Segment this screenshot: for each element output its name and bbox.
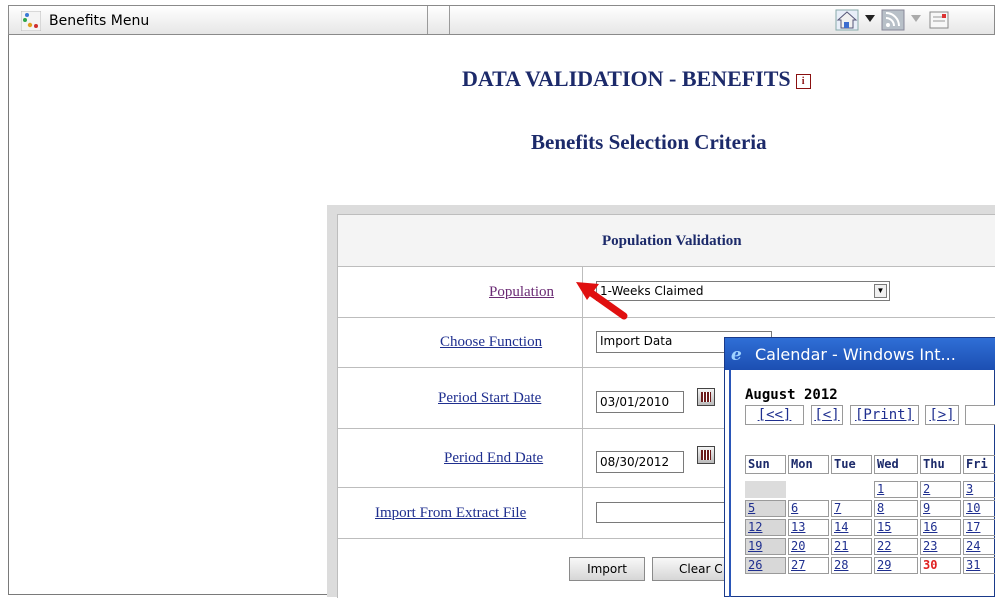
calendar-next-month-link[interactable]: [>] [925,405,959,425]
calendar-day-header: Wed [874,455,918,474]
calendar-day[interactable]: 9 [920,500,961,517]
browser-tab-bar: Benefits Menu [8,5,995,35]
info-icon[interactable]: i [795,74,811,89]
calendar-picker-icon[interactable] [697,446,715,464]
calendar-day[interactable]: 1 [874,481,918,498]
calendar-day-header: Sun [745,455,786,474]
calendar-day[interactable]: 21 [831,538,872,555]
period-start-date-value: 03/01/2010 [600,395,670,409]
period-start-date-input[interactable]: 03/01/2010 [596,391,684,413]
calendar-empty-cell [745,481,786,498]
function-select-value: Import Data [600,334,673,348]
calendar-day[interactable]: 14 [831,519,872,536]
calendar-day[interactable]: 10 [963,500,995,517]
feeds-icon[interactable] [881,9,905,31]
calendar-today[interactable]: 30 [920,557,961,574]
page-title-text: DATA VALIDATION - BENEFITS [462,66,791,91]
calendar-day[interactable]: 5 [745,500,786,517]
tab-separator [427,6,428,34]
choose-function-link[interactable]: Choose Function [440,334,542,351]
calendar-next-year-link[interactable] [965,405,995,425]
home-icon[interactable] [835,9,859,31]
calendar-day[interactable]: 12 [745,519,786,536]
calendar-day[interactable]: 3 [963,481,995,498]
chevron-down-icon[interactable]: ▼ [874,284,887,298]
calendar-day[interactable]: 19 [745,538,786,555]
calendar-day[interactable]: 26 [745,557,786,574]
calendar-window-title: Calendar - Windows Int... [755,345,956,364]
benefits-app-icon [21,11,41,31]
ie-icon: e [731,345,742,365]
period-end-date-link[interactable]: Period End Date [444,450,543,467]
calendar-print-link[interactable]: [Print] [850,405,919,425]
red-arrow-icon [576,282,628,320]
period-end-date-input[interactable]: 08/30/2012 [596,451,684,473]
calendar-day[interactable]: 24 [963,538,995,555]
calendar-day-header: Tue [831,455,872,474]
calendar-picker-icon[interactable] [697,388,715,406]
calendar-day[interactable]: 29 [874,557,918,574]
calendar-day[interactable]: 20 [788,538,829,555]
row-divider [338,317,995,318]
calendar-day[interactable]: 31 [963,557,995,574]
calendar-day[interactable]: 7 [831,500,872,517]
population-select[interactable]: 1-Weeks Claimed ▼ [596,281,890,301]
period-start-date-link[interactable]: Period Start Date [438,390,541,407]
page-title: DATA VALIDATION - BENEFITS i [462,66,811,92]
calendar-title-bar[interactable]: e Calendar - Windows Int... [725,338,995,370]
clear-button[interactable]: Clear C [652,557,726,581]
calendar-day[interactable]: 2 [920,481,961,498]
import-button[interactable]: Import [569,557,645,581]
feeds-dropdown-icon[interactable] [911,15,921,23]
calendar-day[interactable]: 15 [874,519,918,536]
import-extract-file-link[interactable]: Import From Extract File [375,505,526,522]
extract-file-input[interactable] [596,502,736,523]
calendar-day[interactable]: 6 [788,500,829,517]
mail-icon[interactable] [927,9,951,31]
calendar-day-header: Fri [963,455,995,474]
calendar-day[interactable]: 17 [963,519,995,536]
tab-title[interactable]: Benefits Menu [49,13,149,29]
population-link[interactable]: Population [489,284,554,301]
calendar-month: August 2012 [745,387,838,403]
calendar-day-header: Mon [788,455,829,474]
calendar-day[interactable]: 27 [788,557,829,574]
calendar-prev-year-link[interactable]: [<<] [745,405,804,425]
calendar-day-header: Thu [920,455,961,474]
calendar-day[interactable]: 23 [920,538,961,555]
tab-separator [449,6,450,34]
page-subtitle: Benefits Selection Criteria [531,130,767,154]
calendar-day[interactable]: 8 [874,500,918,517]
calendar-day[interactable]: 28 [831,557,872,574]
calendar-day[interactable]: 16 [920,519,961,536]
calendar-day[interactable]: 13 [788,519,829,536]
home-dropdown-icon[interactable] [865,15,875,23]
form-header: Population Validation [602,233,742,249]
period-end-date-value: 08/30/2012 [600,455,670,469]
calendar-day[interactable]: 22 [874,538,918,555]
calendar-prev-month-link[interactable]: [<] [811,405,843,425]
